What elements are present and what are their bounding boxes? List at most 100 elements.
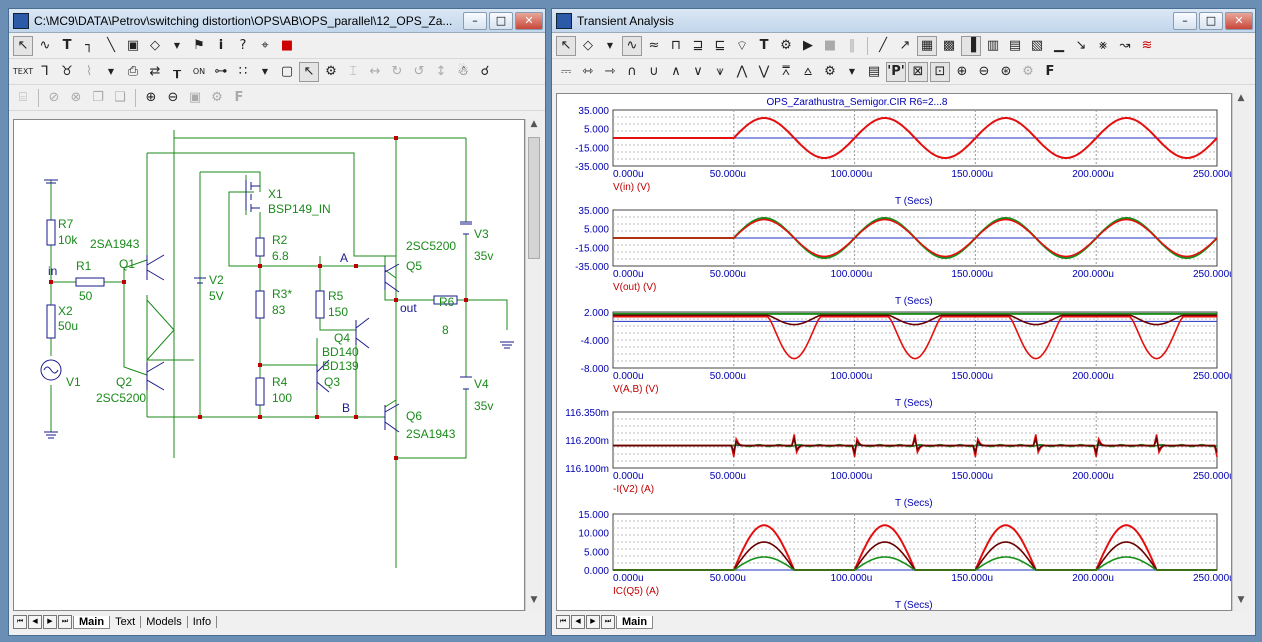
vertical-tag-icon[interactable]: ⊑	[710, 36, 730, 56]
properties-icon[interactable]: ⚙	[776, 36, 796, 56]
next-tab-icon[interactable]: ▶	[43, 615, 57, 629]
delete-icon[interactable]: ⊗	[66, 88, 86, 108]
settings-icon[interactable]: ⚙	[1018, 62, 1038, 82]
q4-transistor[interactable]	[355, 317, 370, 349]
global-high-icon[interactable]: ⋀	[732, 62, 752, 82]
x-scale-icon[interactable]: ⊠	[908, 61, 928, 82]
v4-battery[interactable]	[460, 376, 472, 390]
select-mode-icon[interactable]: ↖	[556, 35, 576, 56]
tab-main[interactable]: Main	[73, 615, 111, 629]
info-icon[interactable]: i	[211, 36, 231, 56]
high-icon[interactable]: ∧	[666, 62, 686, 82]
border-icon[interactable]: ▢	[277, 62, 297, 82]
low-icon[interactable]: ∨	[688, 62, 708, 82]
schematic-vertical-scrollbar[interactable]: ▲ ▼	[525, 119, 542, 611]
scale-mode-icon[interactable]: ∿	[622, 35, 642, 56]
y-scale-icon[interactable]: ⊡	[930, 61, 950, 82]
dropdown-arrow-icon[interactable]: ▼	[255, 62, 275, 82]
help-icon[interactable]: ?	[233, 36, 253, 56]
valley-icon[interactable]: ↝	[1115, 36, 1135, 56]
shapes-icon[interactable]: ◇	[145, 36, 165, 56]
dropdown-arrow-icon[interactable]: ▼	[101, 62, 121, 82]
q1-transistor[interactable]	[146, 254, 165, 281]
minimize-button[interactable]: –	[1173, 11, 1197, 30]
line-icon[interactable]: ╲	[101, 36, 121, 56]
flip-icon[interactable]: ↔	[365, 62, 385, 82]
tokens-icon[interactable]: ↗	[895, 36, 915, 56]
performance-tag-icon[interactable]: ⌔	[732, 36, 752, 56]
cursor-mode-icon[interactable]: ≈	[644, 36, 664, 56]
stop-icon[interactable]: ■	[820, 36, 840, 56]
zoom-in-icon[interactable]: ⊕	[141, 88, 161, 108]
r3-resistor[interactable]	[255, 290, 265, 319]
rotate-icon[interactable]: ↻	[387, 62, 407, 82]
plot-layout-2-icon[interactable]: ▥	[983, 36, 1003, 56]
data-points-icon[interactable]: ╱	[873, 36, 893, 56]
select-mode-icon[interactable]: ↖	[13, 35, 33, 56]
wire-icon[interactable]: ∿	[35, 36, 55, 56]
flag-icon[interactable]: ⚑	[189, 36, 209, 56]
cursor-icon[interactable]: ↘	[1071, 36, 1091, 56]
last-tab-icon[interactable]: ⏭	[58, 615, 72, 629]
node-voltages-icon[interactable]: ♉	[57, 62, 77, 82]
binoculars-icon[interactable]: ☌	[475, 62, 495, 82]
shapes-icon[interactable]: ◇	[578, 36, 598, 56]
tab-info[interactable]: Info	[188, 616, 218, 628]
power-icon[interactable]: ⎙	[123, 62, 143, 82]
q2-transistor[interactable]	[146, 361, 165, 391]
scope-icon[interactable]: ⎓	[556, 62, 576, 82]
wave-icon[interactable]: ≋	[1137, 36, 1157, 56]
paste-icon[interactable]: ❑	[110, 88, 130, 108]
valley-left-icon[interactable]: ∪	[644, 62, 664, 82]
pin-markers-icon[interactable]: ⊶	[211, 62, 231, 82]
scroll-up-icon[interactable]: ▲	[1233, 93, 1249, 109]
comment-icon[interactable]: ⌸	[13, 88, 33, 108]
cursor-mode-icon[interactable]: ↖	[299, 61, 319, 82]
scroll-down-icon[interactable]: ▼	[1233, 595, 1249, 611]
top-icon[interactable]: ⩞	[776, 62, 796, 82]
dropdown-arrow-icon[interactable]: ▼	[167, 36, 187, 56]
prev-tab-icon[interactable]: ◀	[571, 615, 585, 629]
tab-text[interactable]: Text	[110, 616, 142, 628]
run-icon[interactable]: ▶	[798, 36, 818, 56]
scroll-up-icon[interactable]: ▲	[526, 119, 542, 135]
global-low-icon[interactable]: ⋁	[754, 62, 774, 82]
first-tab-icon[interactable]: ⏮	[556, 615, 570, 629]
horizontal-tag-icon[interactable]: ⊒	[688, 36, 708, 56]
on-off-icon[interactable]: ON	[189, 62, 209, 82]
numeric-output-icon[interactable]: ▤	[864, 62, 884, 82]
zoom-out-icon[interactable]: ⊖	[163, 88, 183, 108]
zoom-in-icon[interactable]: ⊕	[952, 62, 972, 82]
r7-resistor[interactable]	[46, 219, 56, 246]
stop-icon[interactable]: ⊘	[44, 88, 64, 108]
currents-icon[interactable]: ⌇	[79, 62, 99, 82]
prev-tab-icon[interactable]: ◀	[28, 615, 42, 629]
plot-layout-3-icon[interactable]: ▤	[1005, 36, 1025, 56]
v3-battery[interactable]	[460, 221, 472, 235]
first-tab-icon[interactable]: ⏮	[13, 615, 27, 629]
last-tab-icon[interactable]: ⏭	[601, 615, 615, 629]
close-button[interactable]: ✕	[1225, 11, 1253, 30]
zoom-out-icon[interactable]: ⊖	[974, 62, 994, 82]
r1-resistor[interactable]	[75, 277, 105, 287]
dropdown-arrow-icon[interactable]: ▼	[600, 36, 620, 56]
minor-grid-icon[interactable]: ▩	[939, 36, 959, 56]
q6-transistor[interactable]	[384, 403, 400, 433]
mirror-v-icon[interactable]: ↕	[431, 62, 451, 82]
schematic-canvas[interactable]: R7 10k 2SA1943 Q1 in R1 50 X2 50u V1 Q2 …	[13, 119, 525, 611]
x2-capacitor[interactable]	[46, 304, 56, 339]
settings-icon[interactable]: ⚙	[207, 88, 227, 108]
wire-bend-icon[interactable]: ┐	[79, 36, 99, 56]
scroll-thumb[interactable]	[528, 137, 540, 259]
probe-icon[interactable]: ⌖	[255, 36, 275, 56]
point-tag-icon[interactable]: ⊓	[666, 36, 686, 56]
text-tool-icon[interactable]: T	[57, 36, 77, 56]
next-tab-icon[interactable]: ▶	[586, 615, 600, 629]
p-key-icon[interactable]: 'P'	[886, 61, 906, 82]
mirror-icon[interactable]: ↺	[409, 62, 429, 82]
plot-vertical-scrollbar[interactable]: ▲ ▼	[1232, 93, 1249, 611]
r4-resistor[interactable]	[255, 377, 265, 406]
dropdown-arrow-icon[interactable]: ▼	[842, 62, 862, 82]
align-icon[interactable]: ⌶	[343, 62, 363, 82]
find-icon[interactable]: ☃	[453, 62, 473, 82]
